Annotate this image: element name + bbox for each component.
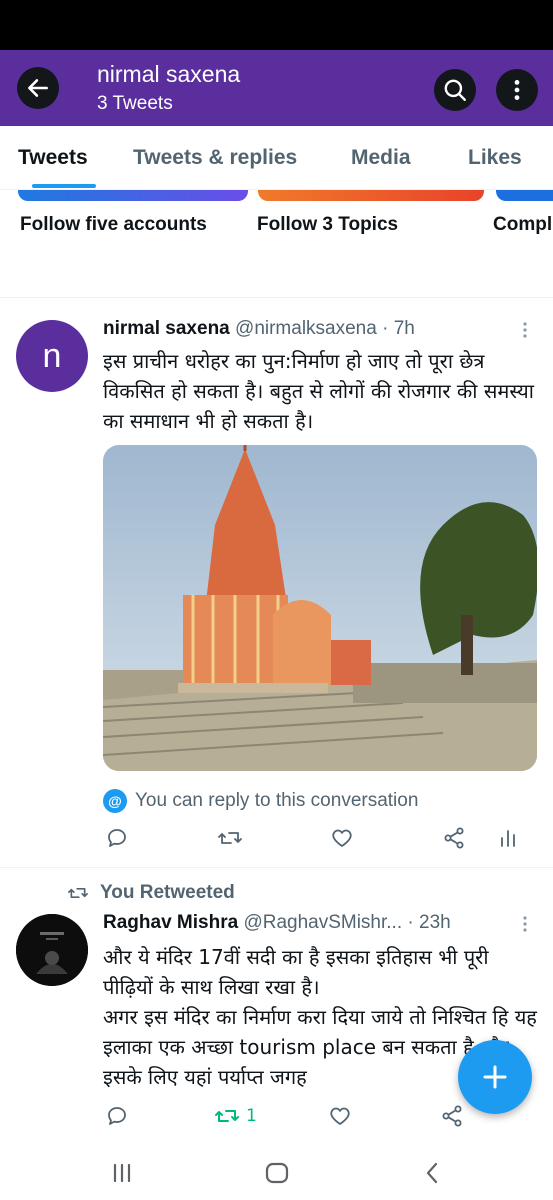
tweet[interactable]: n nirmal saxena @nirmalksaxena · 7h इस प… [0,300,553,868]
avatar[interactable] [16,914,88,986]
author-name[interactable]: nirmal saxena [103,318,230,339]
heart-icon [332,829,352,847]
plus-icon [483,1065,507,1089]
recent-apps-button[interactable] [102,1156,142,1190]
profile-tabs: Tweets Tweets & replies Media Likes [0,126,553,190]
share-button[interactable] [442,826,466,850]
back-button[interactable] [17,67,59,109]
tweet-image[interactable] [103,445,537,771]
retweet-icon [218,832,242,844]
avatar[interactable]: n [16,320,88,392]
retweet-count: 1 [246,1106,257,1126]
compose-tweet-button[interactable] [458,1040,532,1114]
card-accent-bar [258,190,484,201]
card-complete-profile[interactable]: Compl [493,214,552,236]
tweet-text-line: और ये मंदिर 17वीं सदी का है इसका इतिहास … [103,945,489,999]
tweet-actions: 1 [0,1104,553,1134]
share-button[interactable] [440,1104,464,1128]
like-button[interactable] [330,826,354,850]
retweet-context-label: You Retweeted [100,882,235,903]
more-vertical-icon [523,916,527,932]
profile-name: nirmal saxena [97,61,241,87]
temple-photo [103,445,537,771]
profile-header: nirmal saxena 3 Tweets [0,50,553,126]
reply-permission-note: @ You can reply to this conversation [103,789,418,813]
home-icon [265,1162,289,1184]
tweet-more-button[interactable] [520,320,530,345]
at-sign-icon: @ [103,789,127,813]
tweet[interactable]: You Retweeted Raghav Mishra @RaghavSMish… [0,870,553,1150]
tweet-more-button[interactable] [520,914,530,939]
card-follow-topics[interactable]: Follow 3 Topics [257,214,398,236]
card-accent-bar [496,190,553,201]
tab-likes[interactable]: Likes [468,146,522,170]
avatar-image [16,914,88,986]
more-vertical-icon [514,80,520,100]
reply-icon [108,829,126,847]
retweet-icon [215,1110,239,1122]
card-accent-bar [18,190,248,201]
analytics-button[interactable] [497,826,519,850]
search-button[interactable] [434,69,476,111]
author-handle[interactable]: @RaghavSMishr... [243,912,402,933]
tab-tweets-and-replies[interactable]: Tweets & replies [133,146,297,170]
retweet-icon [68,888,88,898]
retweet-button[interactable] [217,826,249,850]
recent-apps-icon [113,1163,131,1183]
home-button[interactable] [257,1156,297,1190]
separator: · [382,318,389,339]
reply-icon [108,1107,126,1125]
separator: · [407,912,414,933]
more-options-button[interactable] [496,69,538,111]
analytics-icon [501,830,515,847]
active-tab-indicator [32,184,96,188]
chevron-left-icon [426,1162,438,1184]
status-bar [0,0,553,50]
tweet-count: 3 Tweets [97,93,173,114]
like-button[interactable] [328,1104,352,1128]
card-follow-accounts[interactable]: Follow five accounts [20,214,207,236]
author-name[interactable]: Raghav Mishra [103,912,238,933]
share-icon [442,1105,462,1127]
tweet-text: इस प्राचीन धरोहर का पुन:निर्माण हो जाए त… [103,349,534,433]
author-handle[interactable]: @nirmalksaxena [235,318,377,339]
heart-icon [330,1107,350,1125]
search-icon [444,79,466,101]
arrow-left-icon [28,79,48,97]
tweet-header: Raghav Mishra @RaghavSMishr... · 23h [103,912,451,934]
reply-button[interactable] [105,826,129,850]
retweet-context: You Retweeted [66,882,235,904]
tab-tweets[interactable]: Tweets [18,146,88,170]
tweet-actions [0,826,553,856]
system-navigation-bar [0,1150,553,1200]
reply-permission-text: You can reply to this conversation [135,790,419,811]
back-nav-button[interactable] [412,1156,452,1190]
onboarding-carousel: Follow five accounts Follow 3 Topics Com… [0,190,553,298]
tweet-time: 23h [419,912,451,933]
retweet-button[interactable]: 1 [214,1104,257,1128]
tweet-time: 7h [393,318,415,339]
tab-media[interactable]: Media [351,146,411,170]
tweet-header: nirmal saxena @nirmalksaxena · 7h [103,318,415,340]
reply-button[interactable] [105,1104,129,1128]
more-vertical-icon [523,322,527,338]
share-icon [444,827,464,849]
